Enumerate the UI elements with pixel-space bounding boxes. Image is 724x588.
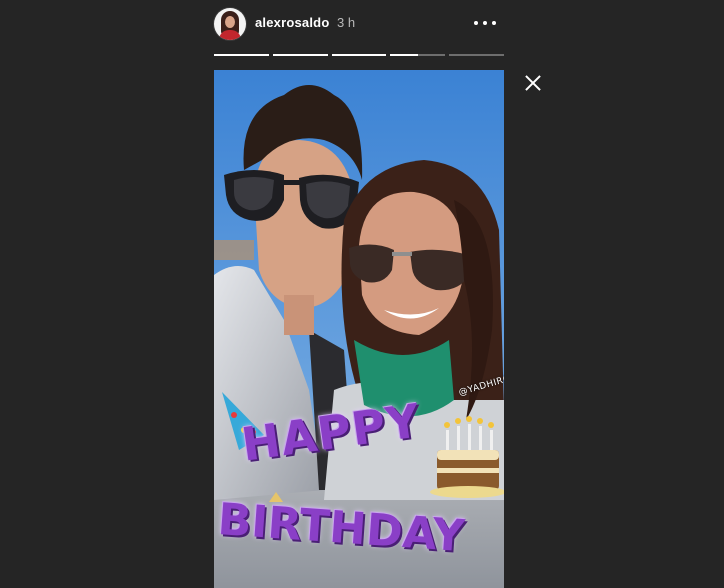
timestamp: 3 h bbox=[337, 15, 356, 30]
progress-segment[interactable] bbox=[272, 54, 328, 56]
close-icon[interactable] bbox=[522, 72, 544, 94]
more-options-button[interactable] bbox=[470, 12, 500, 34]
story-image[interactable]: @YADHIRO HAPPY BIRTHDAY bbox=[214, 70, 504, 588]
progress-fill bbox=[214, 54, 269, 56]
progress-segment[interactable] bbox=[214, 54, 269, 56]
avatar[interactable] bbox=[214, 8, 246, 40]
progress-fill bbox=[331, 54, 387, 56]
more-horizontal-icon-dot bbox=[492, 21, 496, 25]
progress-fill bbox=[272, 54, 328, 56]
progress-segment[interactable] bbox=[449, 54, 504, 56]
story-viewer: alexrosaldo 3 h @YADHIRO HAPPY BIRTHDAY bbox=[0, 0, 724, 588]
username[interactable]: alexrosaldo bbox=[255, 15, 329, 30]
more-horizontal-icon bbox=[474, 21, 478, 25]
more-horizontal-icon-dot bbox=[483, 21, 487, 25]
story-progress-bars bbox=[214, 54, 504, 57]
progress-segment[interactable] bbox=[331, 54, 387, 56]
avatar-face bbox=[225, 16, 235, 28]
progress-fill bbox=[390, 54, 418, 56]
progress-segment[interactable] bbox=[390, 54, 446, 56]
